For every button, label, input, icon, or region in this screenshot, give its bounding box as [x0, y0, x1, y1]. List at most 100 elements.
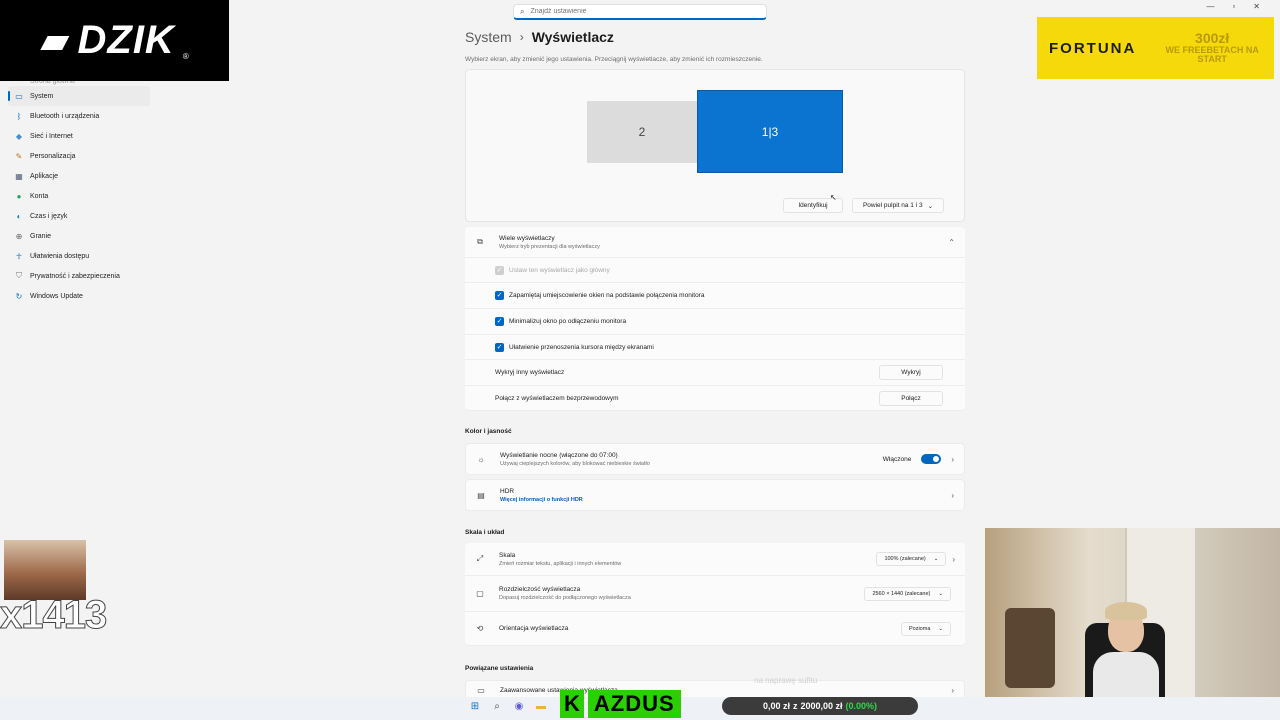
breadcrumb-parent[interactable]: System	[465, 29, 512, 45]
night-light-state: Włączone	[882, 455, 912, 463]
gamepad-icon: ⊕	[15, 231, 23, 241]
ad-tagline: WE FREEBETACH NA START	[1165, 44, 1259, 65]
search-input[interactable]	[530, 8, 731, 15]
sidebar-item-label: Personalizacja	[30, 152, 76, 160]
sidebar-item-czas-i-język[interactable]: ◐ Czas i język	[8, 206, 150, 226]
brand-text: DZIK	[77, 18, 175, 62]
resolution-title: Rozdzielczość wyświetlacza	[499, 586, 581, 593]
brightness-icon: ☼	[477, 454, 485, 464]
sidebar-item-konta[interactable]: ● Konta	[8, 186, 150, 206]
sidebar-item-ułatwienia-dostępu[interactable]: ☥ Ułatwienia dostępu	[8, 246, 150, 266]
sidebar-item-label: Bluetooth i urządzenia	[30, 112, 100, 120]
taskbar-icons: ⊞ ⌕ ◉ ▬ ◔	[468, 701, 570, 712]
accessibility-icon: ☥	[16, 251, 22, 261]
display-arrange-hint: Wybierz ekran, aby zmienić jego ustawien…	[465, 56, 763, 63]
wifi-icon: ◆	[15, 131, 23, 141]
sidebar-item-label: Czas i język	[30, 212, 68, 220]
bluetooth-icon: ᛒ	[16, 111, 22, 121]
page-title: Wyświetlacz	[531, 29, 614, 45]
resolution-icon: ▢	[476, 589, 484, 598]
minimize-button[interactable]: —	[1206, 2, 1214, 11]
monitor-icon: ▭	[477, 685, 485, 695]
chevron-down-icon: ⌄	[927, 202, 934, 210]
hdr-title: HDR	[500, 487, 515, 495]
webcam-feed	[985, 528, 1280, 720]
chat-icon[interactable]: ◉	[512, 701, 526, 712]
window-controls: — ▫ ✕	[1206, 2, 1260, 11]
detect-button[interactable]: Wykryj	[879, 365, 943, 380]
breadcrumb-separator-icon: ›	[519, 30, 524, 44]
ease-cursor-label: Ułatwienie przenoszenia kursora między e…	[509, 343, 654, 351]
settings-search-box[interactable]: ⌕	[513, 4, 767, 20]
scale-subtitle: Zmień rozmiar tekstu, aplikacji i innych…	[499, 560, 622, 567]
mouse-cursor-icon: ↖	[830, 193, 837, 202]
monitor-2[interactable]: 2	[587, 101, 697, 163]
chevron-up-icon: ⌃	[948, 237, 955, 247]
scale-row[interactable]: ⤢ Skala Zmień rozmiar tekstu, aplikacji …	[465, 543, 965, 576]
duplicate-desktop-value: Powiel pulpit na 1 i 3	[862, 202, 923, 209]
maximize-button[interactable]: ▫	[1232, 2, 1235, 11]
resolution-dropdown[interactable]: 2560 × 1440 (zalecane) ⌄	[864, 586, 951, 601]
goal-separator: z	[792, 701, 798, 711]
brand-logo-overlay: ▰ DZIK ®	[0, 0, 229, 81]
file-explorer-icon[interactable]: ▬	[534, 701, 548, 712]
ad-amount: 300zł	[1195, 30, 1230, 47]
monitor-1-3[interactable]: 1|3	[697, 90, 843, 173]
connect-button[interactable]: Połącz	[879, 390, 943, 406]
donor-counter: x1413	[0, 593, 108, 637]
chevron-right-icon: ›	[951, 490, 954, 500]
minimize-windows-checkbox[interactable]: ✓	[495, 317, 504, 326]
section-color-brightness: Kolor i jasność	[465, 428, 512, 435]
account-icon: ●	[16, 191, 22, 201]
multiple-displays-header[interactable]: ⧉ Wiele wyświetlaczy Wybierz tryb prezen…	[465, 227, 965, 258]
search-icon[interactable]: ⌕	[490, 701, 504, 712]
sidebar-item-system[interactable]: ▭ System	[8, 86, 150, 106]
wireless-display-label: Połącz z wyświetlaczem bezprzewodowym	[495, 394, 619, 402]
close-button[interactable]: ✕	[1253, 2, 1260, 11]
windows-start-icon[interactable]: ⊞	[468, 701, 482, 712]
duplicate-desktop-dropdown[interactable]: Powiel pulpit na 1 i 3 ⌄	[852, 198, 944, 213]
webcam-person-hair	[1105, 602, 1147, 620]
brand-registered: ®	[182, 52, 189, 61]
night-light-row[interactable]: ☼ Wyświetlanie nocne (włączone do 07:00)…	[465, 443, 965, 475]
section-related-settings: Powiązane ustawienia	[465, 665, 534, 672]
orientation-dropdown[interactable]: Pozioma ⌄	[900, 621, 951, 636]
monitor-icon: ▭	[15, 91, 23, 101]
sidebar-item-bluetooth-i-urządzenia[interactable]: ᛒ Bluetooth i urządzenia	[8, 106, 150, 126]
ease-cursor-checkbox[interactable]: ✓	[495, 342, 504, 352]
sidebar-item-aplikacje[interactable]: ▦ Aplikacje	[8, 166, 150, 186]
hdr-row[interactable]: ▤ HDR Więcej informacji o funkcji HDR ›	[465, 479, 965, 511]
remember-windows-checkbox[interactable]: ✓	[495, 291, 504, 300]
search-icon: ⌕	[520, 6, 525, 16]
sidebar-item-granie[interactable]: ⊕ Granie	[8, 226, 150, 246]
multi-monitor-icon: ⧉	[477, 237, 483, 246]
goal-caption: na naprawę sufitu	[754, 676, 818, 685]
scale-dropdown[interactable]: 100% (zalecane) ⌄	[876, 552, 947, 566]
sidebar-item-label: Konta	[30, 192, 49, 200]
sidebar-item-label: Windows Update	[30, 292, 83, 300]
night-light-subtitle: Używaj cieplejszych kolorów, aby blokowa…	[500, 460, 650, 467]
ad-banner: FORTUNA 300zł WE FREEBETACH NA START	[1037, 17, 1274, 79]
hdr-info-link[interactable]: Więcej informacji o funkcji HDR	[500, 497, 951, 503]
sidebar-item-label: Ułatwienia dostępu	[30, 252, 90, 260]
webcam-chair-prop	[1005, 608, 1055, 688]
sidebar-item-windows-update[interactable]: ↻ Windows Update	[8, 286, 150, 306]
resolution-row: ▢ Rozdzielczość wyświetlacza Dopasuj roz…	[465, 576, 965, 612]
donation-goal-bar: 0,00 zł z 2000,00 zł (0.00%)	[722, 697, 918, 715]
shield-icon: ⛉	[16, 271, 22, 280]
streamer-name-rest: AZDUS	[587, 690, 681, 718]
sidebar-item-label: Granie	[30, 232, 52, 240]
orientation-title: Orientacja wyświetlacza	[499, 625, 569, 632]
streamer-name-overlay: K AZDUS	[560, 690, 681, 718]
multiple-displays-subtitle: Wybierz tryb prezentacji dla wyświetlacz…	[499, 243, 600, 250]
resolution-value: 2560 × 1440 (zalecane)	[872, 590, 931, 597]
orientation-icon: ⟲	[476, 624, 484, 633]
sidebar-item-sieć-i-internet[interactable]: ◆ Sieć i Internet	[8, 126, 150, 146]
chevron-down-icon: ⌄	[938, 590, 943, 597]
sidebar-item-personalizacja[interactable]: ✎ Personalizacja	[8, 146, 150, 166]
make-main-checkbox[interactable]: ✓	[495, 265, 504, 275]
sidebar-item-prywatność-i-zabezpieczenia[interactable]: ⛉ Prywatność i zabezpieczenia	[8, 266, 150, 286]
remember-windows-label: Zapamiętaj umiejscowienie okien na podst…	[509, 292, 705, 299]
night-light-toggle[interactable]	[921, 454, 942, 464]
resolution-subtitle: Dopasuj rozdzielczość do podłączonego wy…	[499, 595, 631, 601]
